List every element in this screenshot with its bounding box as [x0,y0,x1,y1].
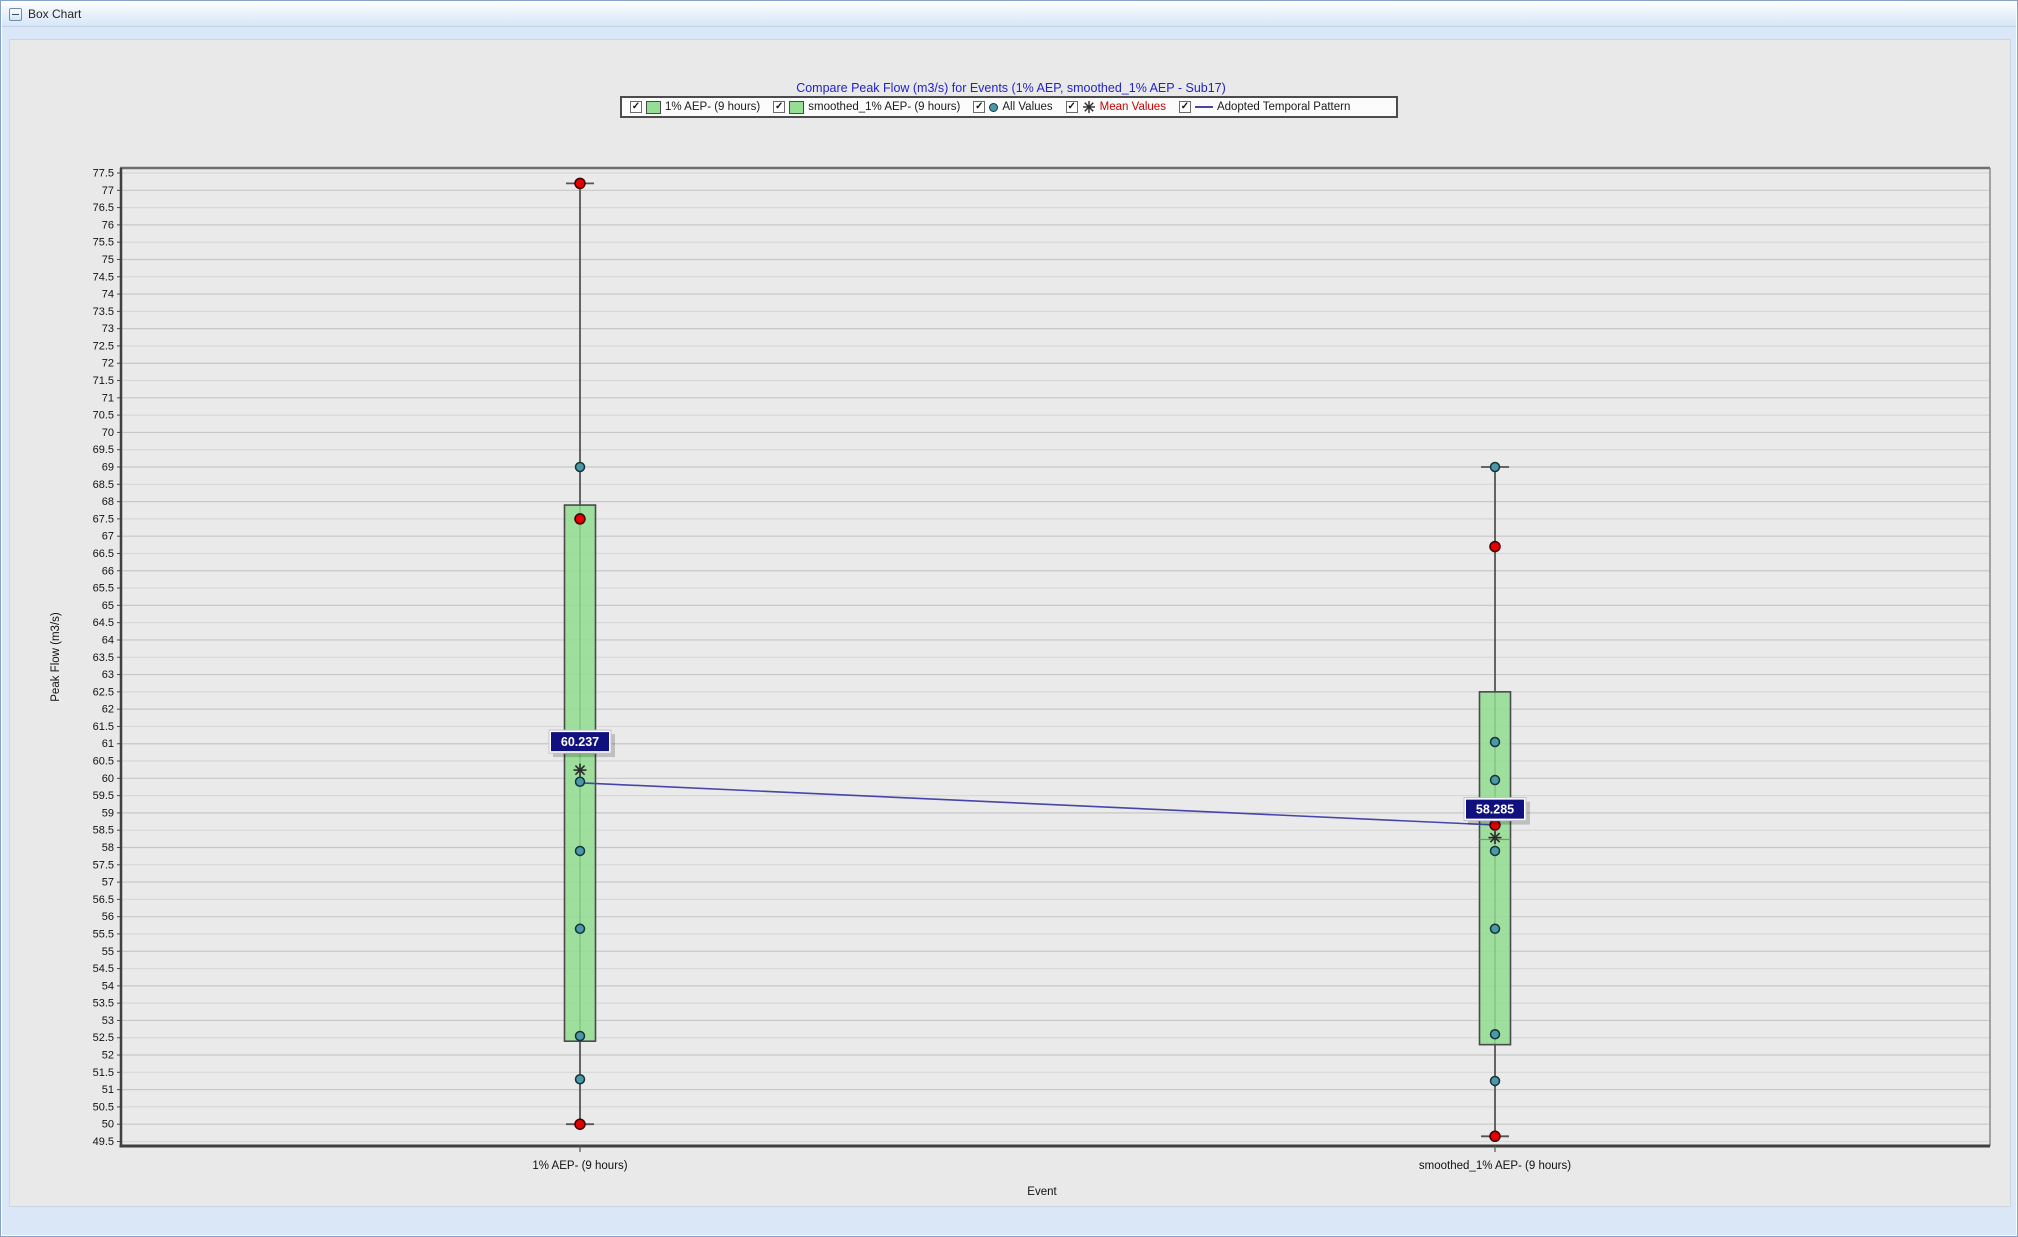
y-tick-label: 59.5 [93,790,114,802]
y-tick-label: 62.5 [93,686,114,698]
y-tick-label: 54 [102,980,114,992]
data-point-teal [1491,463,1500,472]
y-tick-label: 71 [102,392,114,404]
y-tick-label: 76 [102,219,114,231]
y-tick-label: 65.5 [93,583,114,595]
data-point-teal [576,1075,585,1084]
data-point-red [1490,542,1500,552]
y-tick-label: 53 [102,1015,114,1027]
y-tick-label: 69.5 [93,444,114,456]
data-point-teal [576,924,585,933]
y-tick-label: 53.5 [93,998,114,1010]
y-tick-label: 70.5 [93,410,114,422]
y-tick-label: 72.5 [93,340,114,352]
y-tick-label: 50.5 [93,1101,114,1113]
y-tick-label: 74 [102,289,114,301]
y-tick-label: 60.5 [93,756,114,768]
y-tick-label: 51 [102,1084,114,1096]
y-tick-label: 49.5 [93,1136,114,1148]
data-point-teal [1491,776,1500,785]
y-tick-label: 68.5 [93,479,114,491]
y-tick-label: 50 [102,1119,114,1131]
data-point-red [1490,1131,1500,1141]
y-tick-label: 55.5 [93,928,114,940]
data-point-red [575,514,585,524]
data-point-teal [576,463,585,472]
y-tick-label: 72 [102,358,114,370]
y-tick-label: 75.5 [93,237,114,249]
y-tick-label: 66 [102,565,114,577]
y-tick-label: 77.5 [93,168,114,180]
y-tick-label: 64 [102,634,114,646]
y-tick-label: 59 [102,807,114,819]
y-tick-label: 73 [102,323,114,335]
y-tick-label: 57.5 [93,859,114,871]
mean-value-label-text: 58.285 [1476,803,1514,817]
y-tick-label: 51.5 [93,1067,114,1079]
x-category-label: smoothed_1% AEP- (9 hours) [1419,1160,1571,1172]
y-tick-label: 52 [102,1050,114,1062]
y-tick-label: 76.5 [93,202,114,214]
y-tick-label: 63.5 [93,652,114,664]
y-tick-label: 54.5 [93,963,114,975]
y-tick-label: 58.5 [93,825,114,837]
y-tick-label: 62 [102,704,114,716]
y-tick-label: 77 [102,185,114,197]
y-tick-label: 60 [102,773,114,785]
data-point-teal [1491,924,1500,933]
y-tick-label: 74.5 [93,271,114,283]
chart-panel: Compare Peak Flow (m3/s) for Events (1% … [9,39,2011,1207]
data-point-teal [1491,846,1500,855]
data-point-red [575,1119,585,1129]
data-point-teal [576,1032,585,1041]
y-tick-label: 61.5 [93,721,114,733]
data-point-teal [1491,1076,1500,1085]
y-tick-label: 67 [102,531,114,543]
y-tick-label: 56.5 [93,894,114,906]
y-tick-label: 58 [102,842,114,854]
title-bar: Box Chart [2,2,2016,27]
data-point-teal [1491,1030,1500,1039]
y-tick-label: 66.5 [93,548,114,560]
mean-value-label-text: 60.237 [561,735,599,749]
y-tick-label: 68 [102,496,114,508]
y-tick-label: 70 [102,427,114,439]
y-tick-label: 57 [102,877,114,889]
x-axis-title: Event [1027,1186,1057,1198]
y-tick-label: 67.5 [93,513,114,525]
y-tick-label: 73.5 [93,306,114,318]
y-tick-label: 69 [102,462,114,474]
box-plot: 49.5 50 50.5 51 51.5 52 52.5 53 53.5 54 54.5 55 55.5… [10,40,2012,1208]
collapse-icon[interactable] [9,8,22,21]
y-tick-label: 55 [102,946,114,958]
data-point-teal [576,777,585,786]
y-tick-label: 61 [102,738,114,750]
data-point-red [575,178,585,188]
box-chart-window: Box Chart Compare Peak Flow (m3/s) for E… [0,0,2018,1237]
y-tick-label: 52.5 [93,1032,114,1044]
y-tick-label: 71.5 [93,375,114,387]
window-title: Box Chart [28,7,81,21]
y-tick-label: 65 [102,600,114,612]
data-point-teal [1491,737,1500,746]
data-point-teal [576,846,585,855]
y-tick-label: 56 [102,911,114,923]
y-tick-label: 64.5 [93,617,114,629]
x-category-label: 1% AEP- (9 hours) [532,1160,627,1172]
y-axis-title: Peak Flow (m3/s) [50,612,62,702]
y-tick-label: 75 [102,254,114,266]
y-tick-label: 63 [102,669,114,681]
